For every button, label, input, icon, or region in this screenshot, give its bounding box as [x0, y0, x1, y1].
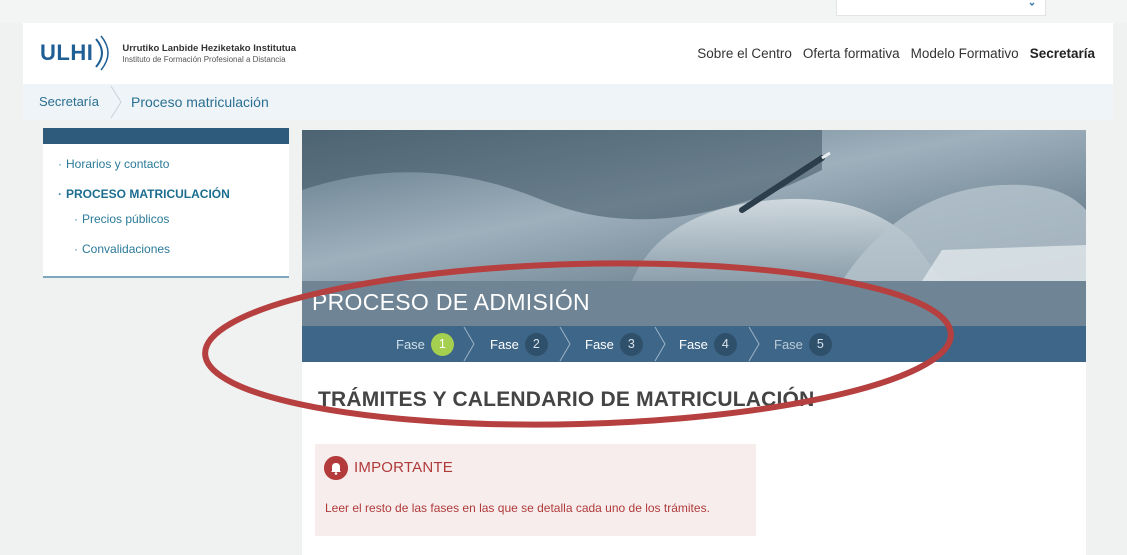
site-logo[interactable]: ULHI Urrutiko Lanbide Heziketako Institu…: [40, 35, 296, 71]
main-content: PROCESO DE ADMISIÓN Fase 1 Fase 2 Fase 3…: [302, 130, 1086, 555]
logo-title: Urrutiko Lanbide Heziketako Institutua: [122, 42, 296, 54]
sidebar-item-label: Horarios y contacto: [66, 157, 170, 171]
phase-2[interactable]: Fase 2: [490, 326, 548, 362]
phase-3[interactable]: Fase 3: [585, 326, 643, 362]
important-notice: IMPORTANTE Leer el resto de las fases en…: [315, 444, 756, 536]
phase-1[interactable]: Fase 1: [396, 326, 454, 362]
notice-text: Leer el resto de las fases en las que se…: [325, 501, 710, 515]
phase-label: Fase: [396, 336, 425, 352]
nav-secretaria[interactable]: Secretaría: [1030, 46, 1095, 61]
search-icon[interactable]: [1029, 2, 1035, 8]
bell-icon: [324, 456, 348, 480]
phase-stepper: Fase 1 Fase 2 Fase 3 Fase 4 Fase 5: [302, 326, 1086, 362]
logo-subtitle: Instituto de Formación Profesional a Dis…: [122, 54, 286, 64]
phase-number: 2: [524, 332, 548, 356]
phase-label: Fase: [679, 336, 708, 352]
chevron-right-icon: [110, 85, 122, 119]
page-title: PROCESO DE ADMISIÓN: [312, 289, 590, 315]
nav-modelo-formativo[interactable]: Modelo Formativo: [911, 46, 1019, 61]
chevron-right-icon: [463, 326, 475, 362]
breadcrumb-current: Proceso matriculación: [131, 94, 269, 110]
logo-mark: ULHI: [40, 40, 94, 65]
chevron-right-icon: [559, 326, 571, 362]
phase-number: 4: [713, 332, 737, 356]
phase-5[interactable]: Fase 5: [774, 326, 832, 362]
sidebar-item-label: PROCESO MATRICULACIÓN: [66, 187, 230, 201]
admision-banner: PROCESO DE ADMISIÓN: [302, 281, 1086, 326]
main-nav: Sobre el Centro Oferta formativa Modelo …: [697, 46, 1095, 61]
hero-image: [302, 130, 1086, 281]
phase-4[interactable]: Fase 4: [679, 326, 737, 362]
sidebar-item-horarios[interactable]: · Horarios y contacto: [58, 157, 169, 171]
notice-title: IMPORTANTE: [354, 459, 453, 476]
search-box[interactable]: [836, 0, 1046, 16]
phase-number: 1: [430, 332, 454, 356]
phase-label: Fase: [774, 336, 803, 352]
logo-arcs-icon: [95, 35, 110, 71]
site-header: ULHI Urrutiko Lanbide Heziketako Institu…: [23, 23, 1113, 84]
nav-sobre-el-centro[interactable]: Sobre el Centro: [697, 46, 792, 61]
phase-label: Fase: [585, 336, 614, 352]
section-title: TRÁMITES Y CALENDARIO DE MATRICULACIÓN: [318, 388, 815, 411]
sidebar-item-proceso-matriculacion[interactable]: · PROCESO MATRICULACIÓN: [58, 187, 230, 201]
sidebar-item-convalidaciones[interactable]: · Convalidaciones: [74, 242, 170, 256]
breadcrumb: Secretaría Proceso matriculación: [23, 84, 1113, 120]
sidebar-item-label: Precios públicos: [82, 212, 170, 226]
chevron-right-icon: [748, 326, 760, 362]
chevron-right-icon: [654, 326, 666, 362]
sidebar-header: [43, 128, 289, 144]
sidebar-item-precios[interactable]: · Precios públicos: [74, 212, 169, 226]
nav-oferta-formativa[interactable]: Oferta formativa: [803, 46, 900, 61]
phase-number: 3: [619, 332, 643, 356]
sidebar: · Horarios y contacto · PROCESO MATRICULAC…: [43, 128, 289, 278]
phase-number: 5: [808, 332, 832, 356]
phase-label: Fase: [490, 336, 519, 352]
sidebar-item-label: Convalidaciones: [82, 242, 171, 256]
breadcrumb-secretaria[interactable]: Secretaría: [39, 84, 99, 120]
